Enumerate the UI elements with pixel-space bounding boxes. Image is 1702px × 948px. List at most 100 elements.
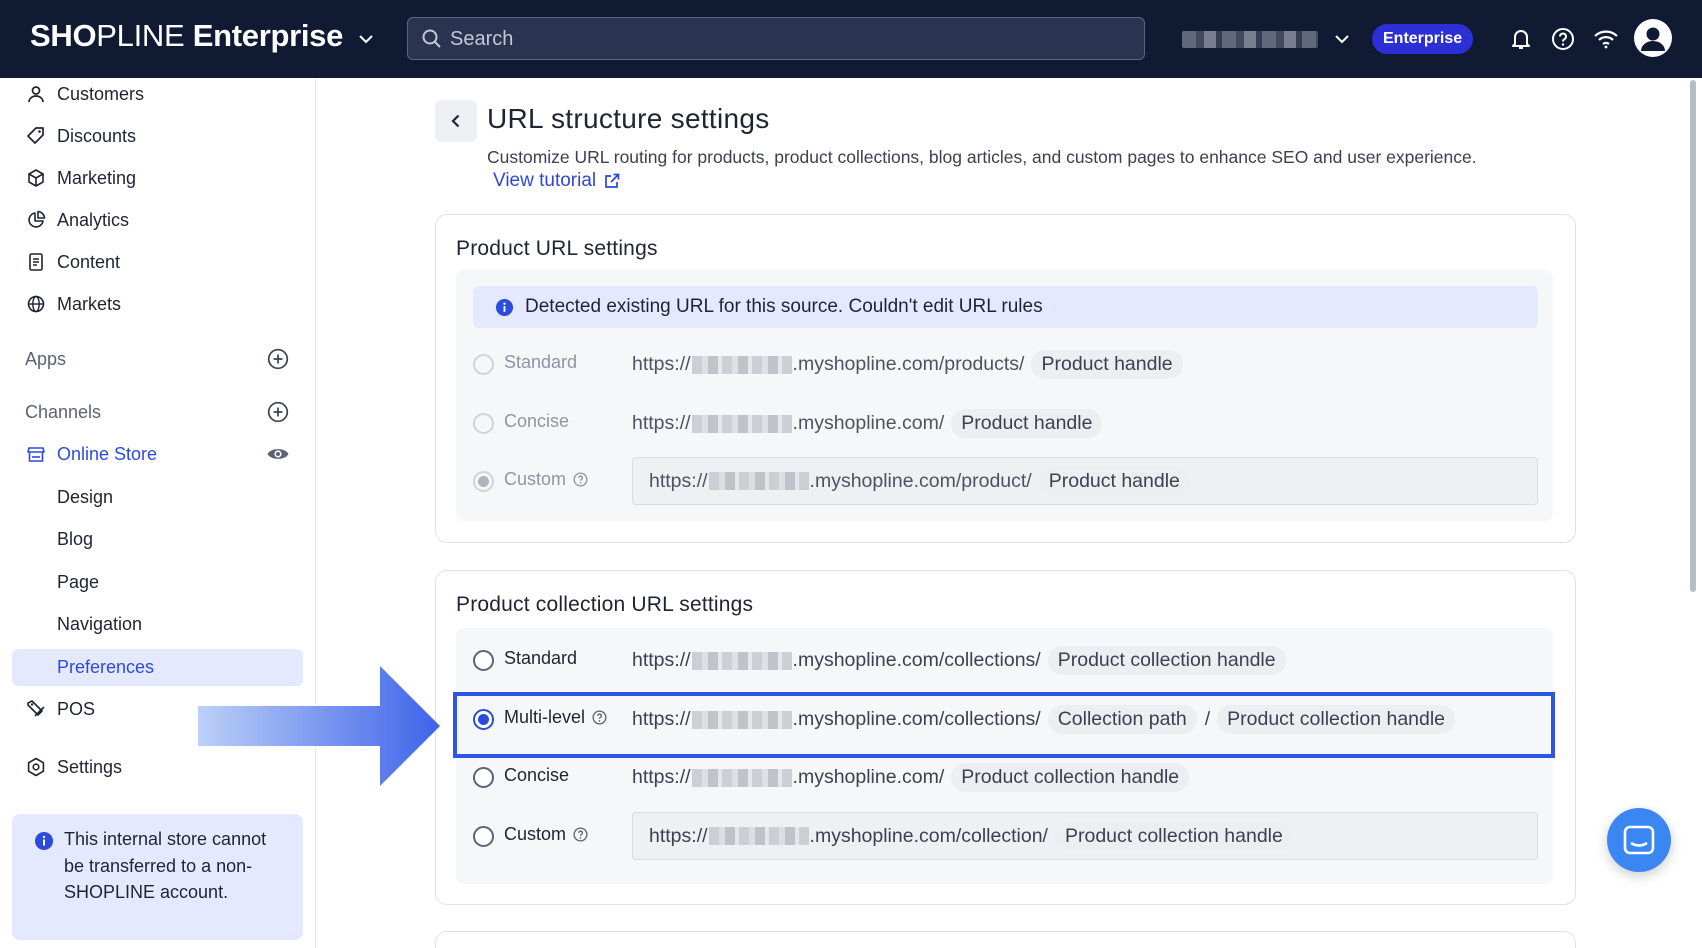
- card-title: Product collection URL settings: [456, 593, 754, 616]
- url-prefix: https://: [632, 353, 691, 375]
- account-icon: [1641, 27, 1665, 51]
- help-icon[interactable]: [573, 827, 588, 842]
- bell-icon[interactable]: [1508, 26, 1534, 52]
- option-label: Custom: [504, 469, 588, 490]
- apps-section-label: Apps: [25, 349, 67, 369]
- domain-redacted: [691, 355, 792, 374]
- sidebar-item-online-store[interactable]: Online Store: [26, 439, 157, 469]
- back-button[interactable]: [435, 100, 477, 142]
- document-icon: [29, 253, 43, 271]
- sidebar-item-content[interactable]: Content: [26, 247, 120, 277]
- url-suffix: .myshopline.com/collection/: [809, 824, 1048, 847]
- sidebar-item-pos[interactable]: POS: [26, 694, 95, 724]
- sidebar-subitem-preferences[interactable]: Preferences: [57, 657, 154, 678]
- card-title: Product URL settings: [456, 237, 658, 260]
- pos-tag-icon: [27, 700, 45, 717]
- url-suffix: .myshopline.com/: [792, 766, 945, 788]
- chat-icon: [1623, 825, 1655, 855]
- radio-concise[interactable]: [473, 767, 494, 788]
- product-option-custom: Custom https:// .myshopline.com/product/ …: [473, 457, 1538, 505]
- sidebar-item-label: Settings: [57, 756, 123, 777]
- search-placeholder: Search: [450, 28, 514, 50]
- sidebar-item-discounts[interactable]: Discounts: [26, 121, 136, 151]
- url-preview: https:// .myshopline.com/products/ Produc…: [632, 350, 1183, 379]
- radio-custom[interactable]: [473, 471, 494, 492]
- sidebar-subitem-design[interactable]: Design: [57, 487, 113, 508]
- add-app-icon[interactable]: [267, 348, 289, 370]
- url-prefix: https://: [649, 469, 708, 492]
- sidebar-item-settings[interactable]: Settings: [26, 752, 122, 782]
- search-icon: [422, 29, 441, 48]
- url-suffix: .myshopline.com/product/: [809, 469, 1032, 492]
- page-description: Customize URL routing for products, prod…: [487, 147, 1477, 167]
- view-tutorial-link[interactable]: View tutorial: [493, 170, 621, 192]
- domain-redacted: [691, 414, 792, 433]
- eye-icon[interactable]: [266, 442, 290, 466]
- add-channel-icon[interactable]: [267, 401, 289, 423]
- wifi-icon[interactable]: [1593, 26, 1619, 52]
- url-preview: https:// .myshopline.com/ Product handle: [632, 409, 1103, 438]
- account-avatar[interactable]: [1634, 19, 1672, 57]
- page-scrollbar[interactable]: [1690, 80, 1696, 592]
- url-variable-tag: Product handle: [1038, 466, 1190, 496]
- url-preview: https:// .myshopline.com/collections/ Pro…: [632, 646, 1286, 675]
- sidebar-subitem-blog[interactable]: Blog: [57, 529, 93, 550]
- option-label: Concise: [504, 411, 570, 431]
- chat-support-button[interactable]: [1607, 808, 1671, 872]
- chevron-down-icon[interactable]: [1333, 30, 1351, 48]
- internal-store-notice: This internal store cannot be transferre…: [12, 814, 303, 940]
- sidebar-item-customers[interactable]: Customers: [26, 79, 144, 109]
- radio-standard[interactable]: [473, 354, 494, 375]
- url-prefix: https://: [649, 824, 708, 847]
- radio-standard[interactable]: [473, 650, 494, 671]
- top-bar: SHOPLINE Enterprise Search Enterprise: [0, 0, 1702, 78]
- tutorial-label: View tutorial: [493, 170, 597, 191]
- sidebar-item-markets[interactable]: Markets: [26, 289, 121, 319]
- sidebar-subitem-navigation[interactable]: Navigation: [57, 614, 142, 635]
- url-prefix: https://: [632, 412, 691, 434]
- info-icon: [35, 832, 53, 850]
- gear-icon: [27, 757, 45, 777]
- collection-option-concise: Concise https:// .myshopline.com/ Product…: [473, 753, 1538, 801]
- search-input[interactable]: Search: [407, 17, 1145, 60]
- plan-badge: Enterprise: [1372, 24, 1474, 54]
- custom-url-field[interactable]: https:// .myshopline.com/product/ Product…: [632, 457, 1538, 505]
- custom-url-field[interactable]: https:// .myshopline.com/collection/ Prod…: [632, 812, 1538, 860]
- cube-icon: [28, 169, 44, 187]
- sidebar-item-label: Markets: [57, 293, 122, 314]
- sidebar-item-marketing[interactable]: Marketing: [26, 163, 136, 193]
- radio-concise[interactable]: [473, 413, 494, 434]
- url-preview: https:// .myshopline.com/ Product collect…: [632, 763, 1190, 792]
- url-variable-tag: Product collection handle: [1054, 821, 1293, 851]
- domain-redacted: [708, 827, 809, 845]
- option-label: Concise: [504, 765, 570, 785]
- url-variable-tag: Product collection handle: [951, 763, 1190, 792]
- url-variable-tag: Product handle: [1031, 350, 1183, 379]
- next-settings-card: [435, 931, 1576, 948]
- url-prefix: https://: [632, 766, 691, 788]
- product-url-card: Product URL settings Detected existing U…: [435, 214, 1576, 543]
- domain-redacted: [708, 472, 809, 490]
- help-icon[interactable]: [1550, 26, 1576, 52]
- storefront-icon: [27, 447, 45, 462]
- product-url-options: Detected existing URL for this source. C…: [456, 270, 1553, 521]
- option-label: Custom: [504, 824, 588, 845]
- store-name-redacted[interactable]: [1182, 31, 1318, 48]
- option-label-text: Custom: [504, 469, 567, 489]
- url-suffix: .myshopline.com/products/: [792, 353, 1025, 375]
- tag-icon: [27, 127, 44, 144]
- radio-custom[interactable]: [473, 826, 494, 847]
- help-icon[interactable]: [573, 472, 588, 487]
- domain-redacted: [691, 768, 792, 787]
- sidebar-subitem-page[interactable]: Page: [57, 572, 99, 593]
- page-title: URL structure settings: [487, 103, 770, 134]
- sidebar-item-analytics[interactable]: Analytics: [26, 205, 129, 235]
- sidebar-item-label: POS: [57, 698, 96, 719]
- collection-option-standard: Standard https:// .myshopline.com/collect…: [473, 636, 1538, 684]
- pointer-arrow-icon: [198, 666, 440, 786]
- product-option-concise: Concise https:// .myshopline.com/ Product…: [473, 399, 1538, 447]
- sidebar-item-label: Marketing: [57, 167, 137, 188]
- url-prefix: https://: [632, 649, 691, 671]
- brand-logo[interactable]: SHOPLINE Enterprise: [30, 18, 343, 54]
- chevron-down-icon[interactable]: [357, 30, 375, 48]
